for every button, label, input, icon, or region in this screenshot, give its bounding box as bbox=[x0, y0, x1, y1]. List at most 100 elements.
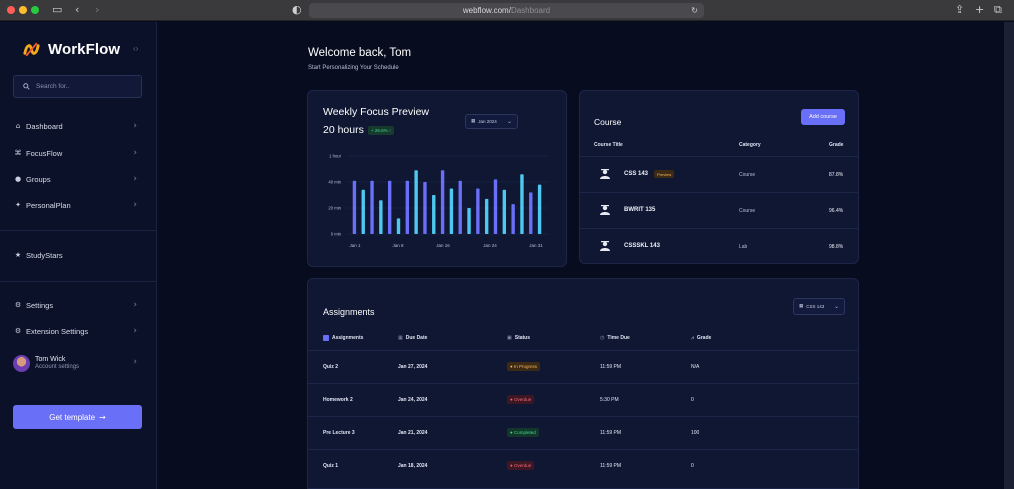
reload-icon[interactable]: ↻ bbox=[691, 6, 698, 15]
sidebar-item-personalplan[interactable]: ✦ PersonalPlan › bbox=[13, 198, 139, 212]
chart-bar bbox=[476, 188, 480, 234]
chart-bar bbox=[352, 180, 357, 234]
url-path: Dashboard bbox=[510, 6, 551, 15]
chevron-right-icon: › bbox=[133, 357, 137, 367]
due-date: Jan 27, 2024 bbox=[398, 364, 428, 370]
sidebar-divider bbox=[0, 230, 157, 231]
workflow-logo-icon bbox=[23, 42, 40, 57]
add-course-button[interactable]: Add course bbox=[801, 109, 845, 125]
arrow-right-icon: → bbox=[99, 412, 106, 422]
search-box[interactable] bbox=[13, 75, 142, 98]
account-menu[interactable]: Tom Wick Account settings › bbox=[13, 352, 139, 374]
chevron-right-icon: › bbox=[133, 121, 137, 131]
x-tick-label: Jan 16 bbox=[436, 243, 450, 248]
address-bar[interactable]: webflow.com/Dashboard ↻ bbox=[309, 3, 704, 18]
course-grade: 96.4% bbox=[829, 208, 844, 214]
month-select-value: Jan 2024 bbox=[478, 119, 497, 124]
sidebar-item-focusflow[interactable]: ⌘ FocusFlow › bbox=[13, 146, 139, 160]
sidebar-item-label: StudyStars bbox=[26, 250, 63, 260]
chart-bar bbox=[370, 180, 374, 234]
clock-icon: ◷ bbox=[600, 335, 605, 341]
class-select[interactable]: ▦ CSS 143 ⌄ bbox=[793, 298, 845, 315]
url-host: webflow.com/ bbox=[462, 6, 511, 15]
sidebar-item-studystars[interactable]: ★ StudyStars bbox=[13, 248, 139, 262]
sidebar-collapse-icon[interactable]: ‹› bbox=[133, 44, 138, 53]
gear-icon: ⚙ bbox=[14, 301, 22, 309]
avatar bbox=[13, 354, 30, 372]
chart-bar bbox=[502, 189, 507, 234]
table-row[interactable]: Quiz 2 Jan 27, 2024 ● In Progress 11:59 … bbox=[308, 350, 858, 383]
page-subtitle: Start Personalizing Your Schedule bbox=[308, 65, 399, 71]
x-tick-label: Jan 31 bbox=[529, 243, 543, 248]
grade-value: N/A bbox=[691, 364, 700, 370]
chart-bar bbox=[396, 218, 401, 234]
x-tick-label: Jan 1 bbox=[349, 243, 361, 248]
table-row[interactable]: Quiz 1 Jan 18, 2024 ● Overdue 11:59 PM 0 bbox=[308, 449, 858, 482]
back-icon[interactable]: ‹ bbox=[75, 3, 79, 17]
table-row[interactable]: Pre Lecture 3 Jan 21, 2024 ● Completed 1… bbox=[308, 416, 858, 449]
course-row[interactable]: CSS 143 Preview Course 87.8% bbox=[580, 156, 858, 192]
search-icon bbox=[23, 83, 30, 90]
sidebar-item-extension-settings[interactable]: ⚙ Extension Settings › bbox=[13, 324, 139, 338]
chevron-right-icon: › bbox=[133, 326, 137, 336]
new-tab-icon[interactable]: + bbox=[975, 3, 984, 17]
plan-icon: ✦ bbox=[15, 201, 21, 209]
time-due: 5:30 PM bbox=[600, 397, 619, 403]
class-select-value: CSS 143 bbox=[806, 304, 825, 309]
table-row[interactable]: Homework 2 Jan 24, 2024 ● Overdue 5:30 P… bbox=[308, 383, 858, 416]
forward-icon[interactable]: › bbox=[95, 3, 99, 17]
chart-bar bbox=[432, 195, 436, 234]
star-icon: ★ bbox=[14, 251, 22, 259]
sidebar-item-groups[interactable]: ● Groups › bbox=[13, 172, 139, 186]
time-due: 11:59 PM bbox=[600, 430, 622, 436]
status-badge: ● In Progress bbox=[507, 362, 540, 371]
column-header-category: Category bbox=[739, 142, 761, 148]
column-header-grade: Grade bbox=[829, 142, 844, 148]
course-grade: 98.8% bbox=[829, 244, 844, 250]
privacy-shield-icon[interactable]: ◐ bbox=[292, 3, 302, 17]
share-icon[interactable]: ⇪ bbox=[955, 3, 964, 17]
status-badge: ● Completed bbox=[507, 428, 539, 437]
chevron-down-icon: ⌄ bbox=[506, 118, 512, 125]
sidebar-divider bbox=[0, 281, 157, 282]
chart-bar bbox=[511, 204, 515, 234]
user-name: Tom Wick bbox=[35, 355, 66, 363]
chart-bar bbox=[458, 180, 462, 234]
maximize-window-button[interactable] bbox=[31, 6, 39, 14]
get-template-button[interactable]: Get template → bbox=[13, 405, 142, 429]
assignments-title: Assignments bbox=[323, 307, 375, 317]
column-header-label: Time Due bbox=[607, 335, 630, 341]
close-window-button[interactable] bbox=[7, 6, 15, 14]
course-row[interactable]: CSSSKL 143 Lab 98.8% bbox=[580, 228, 858, 264]
course-grade: 87.8% bbox=[829, 172, 844, 178]
course-row[interactable]: BWRIT 135 Course 96.4% bbox=[580, 192, 858, 228]
sidebar-item-settings[interactable]: ⚙ Settings › bbox=[13, 298, 139, 312]
sidebar-item-dashboard[interactable]: ⌂ Dashboard › bbox=[13, 119, 139, 133]
user-icon: ● bbox=[14, 175, 22, 183]
month-select[interactable]: ▦ Jan 2024 ⌄ bbox=[465, 114, 518, 129]
scrollbar[interactable] bbox=[1004, 22, 1014, 489]
calendar-icon: ▦ bbox=[471, 119, 476, 124]
course-category: Course bbox=[739, 172, 756, 178]
minimize-window-button[interactable] bbox=[19, 6, 27, 14]
search-input[interactable] bbox=[36, 83, 136, 90]
checkbox-icon[interactable] bbox=[323, 335, 329, 341]
sidebar-toggle-icon[interactable]: ▭ bbox=[52, 3, 62, 17]
column-header-grade: ⩘ Grade bbox=[691, 335, 711, 341]
chart-bar bbox=[529, 192, 533, 234]
sidebar-item-label: PersonalPlan bbox=[26, 200, 71, 210]
status-text: Overdue bbox=[513, 463, 532, 468]
assignment-name: Quiz 2 bbox=[323, 364, 339, 370]
column-header-label: Assignments bbox=[332, 335, 364, 341]
brand-name: WorkFlow bbox=[48, 41, 121, 58]
trend-icon: ⩘ bbox=[691, 335, 694, 341]
chart-bar bbox=[379, 200, 383, 234]
home-icon: ⌂ bbox=[15, 122, 21, 130]
sidebar-item-label: Extension Settings bbox=[26, 326, 89, 336]
column-header-due-date: ▦ Due Date bbox=[398, 335, 427, 341]
browser-toolbar: ▭ ‹ › ◐ webflow.com/Dashboard ↻ ⇪ + ⧉ bbox=[0, 0, 1014, 21]
chart-bar bbox=[423, 182, 427, 234]
focus-bar-chart: 1 hour 40 min 20 min 0 min Jan 1 Jan 8 Jan 16… bbox=[328, 154, 548, 248]
brand-logo[interactable]: WorkFlow bbox=[22, 40, 120, 59]
tab-overview-icon[interactable]: ⧉ bbox=[994, 3, 1002, 17]
